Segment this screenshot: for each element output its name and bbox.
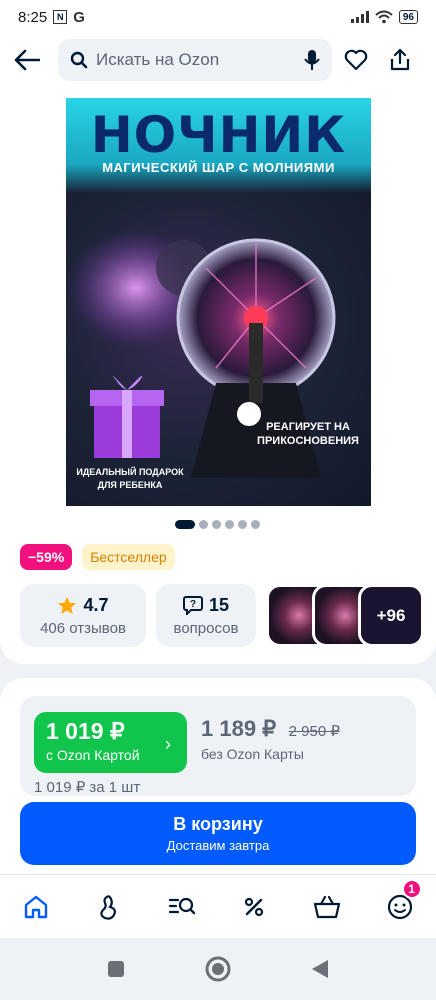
heart-icon (344, 49, 368, 71)
share-button[interactable] (380, 40, 420, 80)
tab-home[interactable] (14, 885, 58, 929)
microphone-icon[interactable] (304, 49, 320, 71)
ozon-card-price-button[interactable]: 1 019 ₽ с Ozon Картой › (34, 712, 187, 773)
questions-label: вопросов (173, 619, 239, 637)
price-card: 1 019 ₽ с Ozon Картой › 1 189 ₽ 2 950 ₽ … (0, 678, 436, 874)
add-to-cart-label: В корзину (173, 814, 263, 834)
search-placeholder: Искать на Ozon (96, 50, 220, 69)
system-nav-bar (0, 938, 436, 1000)
bottom-tab-bar: 1 (0, 874, 436, 938)
image-gift-text: ИДЕАЛЬНЫЙ ПОДАРОК ДЛЯ РЕБЕНКА (76, 467, 184, 490)
catalog-search-icon (168, 897, 195, 914)
delivery-label: Доставим завтра (166, 838, 270, 853)
image-touch-text: РЕАГИРУЕТ НА ПРИКОСНОВЕНИЯ (257, 421, 359, 447)
notification-n-icon: N (53, 10, 68, 24)
home-icon (25, 895, 48, 918)
product-image[interactable]: НОЧНИК МАГИЧЕСКИЙ ШАР С МОЛНИЯМИ ИДЕАЛЬН… (66, 98, 371, 506)
bestseller-badge: Бестселлер (82, 544, 175, 570)
svg-text:?: ? (190, 599, 196, 610)
tab-profile[interactable]: 1 (378, 878, 422, 929)
more-photos-button[interactable]: +96 (358, 584, 424, 647)
status-bar: 8:25 N G 96 (0, 0, 436, 34)
pagination-dot[interactable] (199, 520, 208, 529)
old-price-value: 2 950 ₽ (288, 723, 340, 740)
status-time: 8:25 (18, 8, 48, 26)
tab-cart[interactable] (305, 885, 349, 929)
discount-badge: −59% (20, 544, 73, 570)
search-icon (70, 51, 88, 69)
tab-catalog[interactable] (160, 885, 204, 929)
notification-badge: 1 (401, 878, 422, 899)
reviews-count: 406 отзывов (40, 619, 126, 637)
wifi-icon (375, 10, 393, 24)
question-bubble-icon: ? (182, 596, 203, 615)
tab-discounts[interactable] (232, 885, 276, 929)
basket-icon (313, 895, 341, 918)
favorite-button[interactable] (336, 40, 376, 80)
swirl-icon (100, 894, 116, 920)
ozon-card-price: 1 019 ₽ (46, 718, 125, 744)
rating-button[interactable]: 4.7 406 отзывов (20, 584, 146, 647)
questions-button[interactable]: ? 15 вопросов (156, 584, 256, 647)
arrow-left-icon (14, 49, 40, 71)
star-icon (58, 596, 77, 614)
pagination-dot[interactable] (238, 520, 247, 529)
pagination-dot-active[interactable] (175, 520, 195, 529)
product-card: НОЧНИК МАГИЧЕСКИЙ ШАР С МОЛНИЯМИ ИДЕАЛЬН… (0, 86, 436, 664)
badges: −59% Бестселлер (20, 544, 175, 570)
search-input[interactable]: Искать на Ozon (58, 39, 332, 81)
rating-value: 4.7 (83, 594, 109, 615)
pagination-dot[interactable] (212, 520, 221, 529)
chevron-right-icon: › (165, 734, 171, 754)
add-to-cart-button[interactable]: В корзину Доставим завтра (20, 802, 416, 865)
pagination-dot[interactable] (225, 520, 234, 529)
home-circle-icon[interactable] (205, 956, 231, 982)
battery-icon: 96 (398, 10, 418, 24)
recents-icon[interactable] (107, 960, 125, 978)
percent-icon (245, 897, 264, 916)
pagination-dot[interactable] (251, 520, 260, 529)
google-icon: G (73, 8, 85, 26)
per-unit-price: 1 019 ₽ за 1 шт (34, 779, 141, 796)
back-button[interactable] (14, 40, 54, 80)
more-photos-count: +96 (376, 605, 406, 625)
questions-count: 15 (208, 594, 230, 615)
top-header: Искать на Ozon (0, 34, 436, 86)
tab-fresh[interactable] (87, 885, 131, 929)
regular-price-label: без Ozon Карты (201, 746, 304, 762)
regular-price-value: 1 189 ₽ (201, 716, 277, 741)
price-box: 1 019 ₽ с Ozon Картой › 1 189 ₽ 2 950 ₽ … (20, 696, 416, 796)
regular-price: 1 189 ₽ 2 950 ₽ без Ozon Карты (201, 716, 340, 762)
back-triangle-icon[interactable] (311, 959, 329, 979)
signal-icon (350, 11, 369, 23)
share-icon (390, 48, 410, 71)
image-pagination (175, 520, 260, 529)
ozon-card-label: с Ozon Картой (46, 747, 140, 763)
photo-thumbnails: +96 (266, 584, 424, 647)
